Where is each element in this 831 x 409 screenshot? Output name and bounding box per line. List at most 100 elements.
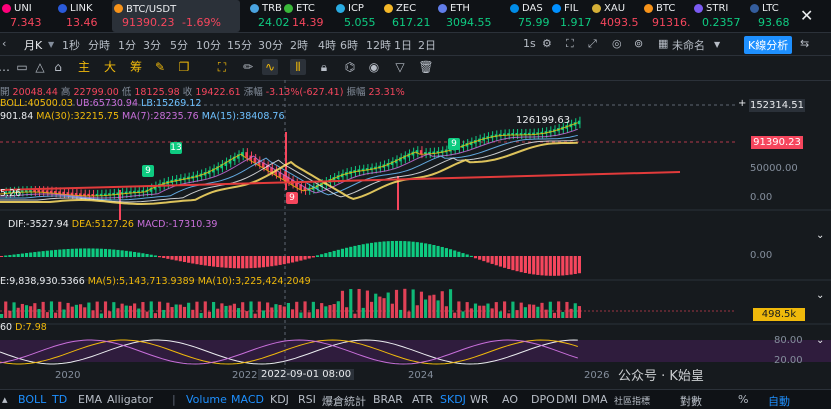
crop-icon[interactable]: ⛶	[566, 37, 574, 51]
interval-select[interactable]: 月K	[24, 37, 42, 53]
timeframe-button[interactable]: 12時	[366, 37, 391, 53]
ticker-item[interactable]: LTC 93.68	[748, 0, 800, 32]
indicator-tab[interactable]: 自動	[768, 393, 790, 409]
timeframe-button[interactable]: 6時	[340, 37, 358, 53]
ticker-price: 75.99	[518, 16, 550, 29]
panel-toggle-icon[interactable]: ⌄	[816, 290, 824, 301]
ticker-item[interactable]: ETH 3094.55	[436, 0, 492, 32]
tool-chips[interactable]: 筹	[128, 59, 144, 75]
chart-canvas[interactable]	[0, 80, 831, 390]
ticker-item[interactable]: ETC 14.39	[282, 0, 334, 32]
pencil-icon[interactable]: ✏	[240, 59, 256, 75]
indicator-tab[interactable]: SKDJ	[440, 393, 466, 406]
triangle-icon[interactable]: △	[32, 59, 48, 75]
edit-icon[interactable]: ✎	[152, 59, 168, 75]
indicator-tab[interactable]: BRAR	[373, 393, 403, 406]
ticker-item[interactable]: ZEC 617.21	[382, 0, 434, 32]
indicator-tab[interactable]: DMA	[582, 393, 608, 406]
filter-icon[interactable]: ▽	[392, 59, 408, 75]
magnet-icon[interactable]: ⌬	[342, 59, 358, 75]
ticker-item[interactable]: BTC 91316.	[642, 0, 694, 32]
lock-tool-icon[interactable]: 🔒︎	[316, 59, 332, 75]
indicator-tab[interactable]: DPO	[531, 393, 555, 406]
td-tab[interactable]: TD	[52, 393, 67, 406]
copy-icon[interactable]: ❐	[176, 59, 192, 75]
chevron-up-icon[interactable]: ▴	[2, 393, 8, 406]
trend-line-icon[interactable]: ∿	[262, 59, 278, 75]
layout-icon[interactable]: ▦	[658, 37, 668, 50]
time-label: 2022	[232, 370, 258, 381]
indicator-tab[interactable]: 對數	[680, 393, 702, 409]
close-icon[interactable]: ✕	[800, 6, 813, 25]
indicator-tab[interactable]: 社區指標	[614, 394, 650, 407]
macd-bar	[536, 256, 540, 275]
macd-bar	[519, 256, 523, 273]
indicator-tab[interactable]: WR	[470, 393, 489, 406]
ticker-item[interactable]: BTC/USDT 91390.23 -1.69%	[112, 0, 240, 32]
tool-big[interactable]: 大	[102, 59, 118, 75]
indicator-tab[interactable]: RSI	[298, 393, 316, 406]
timeframe-button[interactable]: 3分	[143, 37, 161, 53]
kline-analysis-button[interactable]: K線分析	[744, 36, 793, 54]
macd-bar	[216, 256, 220, 268]
crop-tool-icon[interactable]: ⛶	[214, 59, 230, 75]
macd-bar	[444, 248, 448, 257]
tool-main[interactable]: 主	[76, 59, 92, 75]
timeframe-button[interactable]: 10分	[196, 37, 221, 53]
fullscreen-icon[interactable]: ⤢	[588, 37, 597, 51]
volume-bar	[112, 302, 116, 318]
ticker-item[interactable]: STRI 0.2357	[692, 0, 744, 32]
camera-icon[interactable]: ⊚	[634, 37, 643, 50]
volume-bar	[486, 303, 490, 318]
ticker-item[interactable]: LINK 13.46	[56, 0, 108, 32]
indicator-tab[interactable]: 爆倉統計	[322, 393, 366, 409]
timeframe-button[interactable]: 2日	[418, 37, 436, 53]
volume-bar	[266, 302, 270, 318]
indicator-tab[interactable]: %	[738, 393, 748, 406]
indicator-tab[interactable]: DMI	[556, 393, 577, 406]
panel-toggle-icon[interactable]: ⌄	[816, 335, 824, 346]
chevron-left-icon[interactable]: ‹	[2, 37, 6, 50]
timeframe-button[interactable]: 15分	[227, 37, 252, 53]
indicator-tab[interactable]: ATR	[412, 393, 433, 406]
ticker-item[interactable]: ICP 5.055	[334, 0, 386, 32]
timeframe-button[interactable]: 1分	[118, 37, 136, 53]
screenshot-icon[interactable]: ◎	[612, 37, 622, 50]
alligator-tab[interactable]: Alligator	[107, 393, 153, 406]
timeframe-button[interactable]: 30分	[258, 37, 283, 53]
expand-icon[interactable]: ⇆	[800, 37, 809, 50]
chevron-down-icon[interactable]: ▼	[48, 40, 54, 49]
chevron-down-icon[interactable]: ▼	[714, 40, 720, 49]
ticker-item[interactable]: UNI 7.343	[0, 0, 52, 32]
volume-bar	[295, 301, 299, 318]
timeframe-button[interactable]: 4時	[318, 37, 336, 53]
rectangle-icon[interactable]: ▭	[14, 59, 30, 75]
indicator-tab[interactable]: Volume	[186, 393, 227, 406]
volume-bar	[407, 311, 411, 318]
eye-icon[interactable]: ◉	[366, 59, 382, 75]
trash-icon[interactable]: 🗑︎	[418, 59, 434, 75]
more-icon[interactable]: …	[0, 59, 12, 75]
indicator-tab[interactable]: MACD	[231, 393, 264, 406]
seconds-button[interactable]: 1s	[523, 37, 536, 50]
ticker-item[interactable]: XAU 4093.5	[590, 0, 642, 32]
layout-name[interactable]: 未命名	[672, 37, 705, 53]
timeframe-button[interactable]: 分時	[88, 37, 110, 53]
panel-toggle-icon[interactable]: ⌄	[816, 230, 824, 241]
indicator-tab[interactable]: AO	[502, 393, 518, 406]
ema-tab[interactable]: EMA	[78, 393, 102, 406]
macd-bar	[220, 256, 224, 268]
macd-bar	[382, 241, 386, 257]
timeframe-button[interactable]: 1秒	[62, 37, 80, 53]
bars-icon[interactable]: ⦀	[290, 59, 306, 75]
timeframe-button[interactable]: 2時	[290, 37, 308, 53]
indicator-tab[interactable]: KDJ	[270, 393, 289, 406]
plus-icon[interactable]: +	[738, 98, 746, 109]
watermark: 公众号 · K始皇	[618, 369, 704, 384]
lock-icon[interactable]: ⌂	[50, 59, 66, 75]
macd-bar	[108, 249, 112, 257]
timeframe-button[interactable]: 5分	[170, 37, 188, 53]
settings-icon[interactable]: ⚙	[542, 37, 552, 50]
timeframe-button[interactable]: 1日	[394, 37, 412, 53]
boll-tab[interactable]: BOLL	[18, 393, 46, 406]
